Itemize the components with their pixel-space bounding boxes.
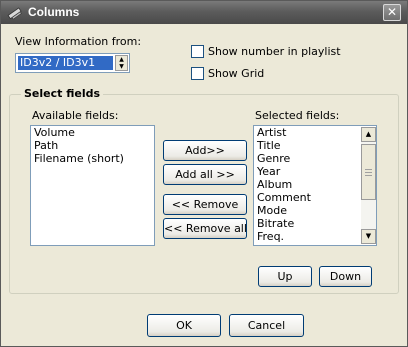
show-number-checkbox[interactable]: [191, 45, 204, 58]
available-fields-list[interactable]: Volume Path Filename (short): [30, 125, 155, 246]
list-item[interactable]: Bitrate: [254, 217, 376, 230]
close-icon[interactable]: ✕: [383, 4, 401, 21]
columns-dialog: Columns ✕ View Information from: ID3v2 /…: [0, 0, 408, 347]
list-item[interactable]: Year: [254, 165, 376, 178]
list-item[interactable]: Volume: [31, 126, 154, 139]
show-number-label[interactable]: Show number in playlist: [208, 45, 341, 58]
view-info-selected-value: ID3v2 / ID3v1: [18, 56, 113, 70]
selected-fields-scrollbar[interactable]: ▲ ▼: [361, 127, 376, 244]
list-item[interactable]: Filename (short): [31, 152, 154, 165]
scroll-up-arrow-icon[interactable]: ▲: [361, 127, 376, 142]
list-item[interactable]: Album: [254, 178, 376, 191]
view-info-label: View Information from:: [15, 35, 142, 48]
spin-updown-icon[interactable]: ▲ ▼: [115, 55, 128, 71]
available-fields-label: Available fields:: [32, 109, 119, 122]
list-item[interactable]: Genre: [254, 152, 376, 165]
add-all-button[interactable]: Add all >>: [163, 164, 247, 185]
window-title: Columns: [28, 5, 80, 19]
up-button[interactable]: Up: [258, 266, 312, 287]
remove-button[interactable]: << Remove: [163, 194, 247, 215]
ok-button[interactable]: OK: [147, 314, 221, 337]
list-item[interactable]: Mode: [254, 204, 376, 217]
remove-all-button[interactable]: << Remove all: [163, 218, 247, 239]
list-item[interactable]: Path: [31, 139, 154, 152]
list-item[interactable]: Artist: [254, 126, 376, 139]
cancel-button[interactable]: Cancel: [229, 314, 304, 337]
list-item[interactable]: Freq.: [254, 230, 376, 243]
list-item[interactable]: Title: [254, 139, 376, 152]
view-info-select[interactable]: ID3v2 / ID3v1 ▲ ▼: [15, 53, 130, 73]
scrollbar-thumb[interactable]: [361, 144, 376, 200]
show-grid-label[interactable]: Show Grid: [208, 67, 264, 80]
selected-fields-label: Selected fields:: [255, 109, 340, 122]
columns-app-icon: [7, 7, 22, 20]
selected-fields-list[interactable]: Artist Title Genre Year Album Comment Mode Bitr…: [253, 125, 377, 246]
show-grid-checkbox[interactable]: [191, 67, 204, 80]
down-button[interactable]: Down: [319, 266, 372, 287]
add-button[interactable]: Add>>: [163, 140, 247, 161]
scroll-down-arrow-icon[interactable]: ▼: [361, 229, 376, 244]
select-fields-title: Select fields: [21, 87, 104, 100]
title-bar[interactable]: Columns ✕: [1, 1, 407, 24]
list-item[interactable]: Comment: [254, 191, 376, 204]
